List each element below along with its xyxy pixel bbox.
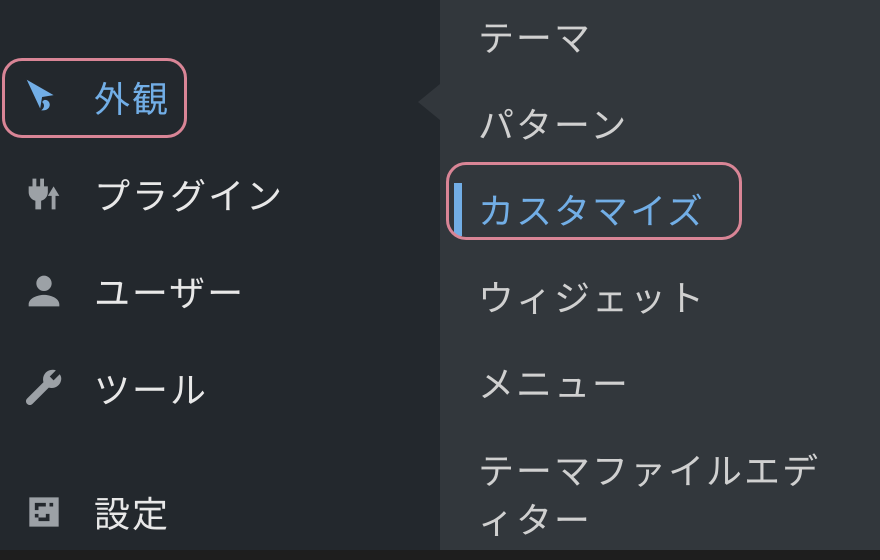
- plug-icon: [18, 168, 70, 220]
- brush-icon: [18, 71, 70, 123]
- submenu-item-menus[interactable]: メニュー: [440, 338, 880, 425]
- submenu-item-themes[interactable]: テーマ: [440, 0, 880, 79]
- sidebar-item-settings[interactable]: 設定: [0, 470, 440, 550]
- submenu-item-customize[interactable]: カスタマイズ: [440, 165, 880, 252]
- sidebar-item-label: 外観: [94, 71, 170, 123]
- sidebar-item-users[interactable]: ユーザー: [0, 242, 440, 339]
- sidebar-item-tools[interactable]: ツール: [0, 339, 440, 436]
- sidebar-item-label: プラグイン: [94, 168, 284, 220]
- submenu-item-theme-file-editor[interactable]: テーマファイルエディター: [440, 425, 880, 560]
- submenu-item-patterns[interactable]: パターン: [440, 79, 880, 166]
- sidebar-item-plugins[interactable]: プラグイン: [0, 145, 440, 242]
- sidebar-item-label: ツール: [94, 362, 208, 414]
- flyout-arrow: [418, 84, 440, 120]
- user-icon: [18, 265, 70, 317]
- appearance-submenu: テーマ パターン カスタマイズ ウィジェット メニュー テーマファイルエディター: [440, 0, 880, 550]
- admin-sidebar: 外観 プラグイン ユーザー ツール: [0, 0, 440, 550]
- sidebar-item-label: ユーザー: [94, 265, 245, 317]
- sidebar-item-label: 設定: [94, 486, 170, 538]
- sidebar-item-appearance[interactable]: 外観: [0, 48, 440, 145]
- wrench-icon: [18, 362, 70, 414]
- sliders-icon: [18, 486, 70, 538]
- submenu-item-widgets[interactable]: ウィジェット: [440, 252, 880, 339]
